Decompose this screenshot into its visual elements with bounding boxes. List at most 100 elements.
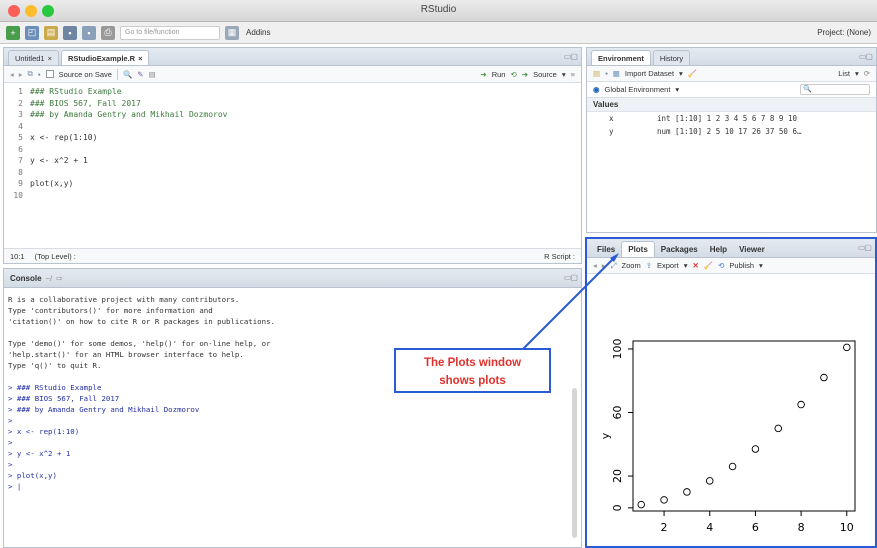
publish-button[interactable]: Publish <box>729 261 754 270</box>
refresh-icon[interactable]: ⟳ <box>864 69 870 78</box>
annotation-callout: The Plots window shows plots <box>394 348 551 393</box>
save-all-icon[interactable]: ▪ <box>82 25 96 40</box>
line-number: 10 <box>13 190 23 200</box>
zoom-icon[interactable]: ⤢ <box>611 261 617 271</box>
new-file-icon[interactable]: + <box>6 25 20 40</box>
code-line[interactable]: 3 ### by Amanda Gentry and Mikhail Dozmor… <box>4 109 581 121</box>
project-menu[interactable]: Project: (None) <box>817 28 871 37</box>
tab-files[interactable]: Files <box>591 241 621 257</box>
console-title[interactable]: Console <box>10 274 42 283</box>
code-line[interactable]: 1 ### RStudio Example <box>4 86 581 98</box>
chevron-down-icon[interactable]: ▾ <box>675 85 679 94</box>
line-number: 8 <box>18 167 23 177</box>
console-output[interactable]: R is a collaborative project with many c… <box>4 288 581 547</box>
file-type-indicator[interactable]: R Script : <box>544 252 575 261</box>
grid-icon[interactable]: ▦ <box>225 25 239 40</box>
pane-window-controls-icon[interactable]: ▭▢ <box>564 52 578 61</box>
pane-window-controls-icon[interactable]: ▭▢ <box>858 243 872 252</box>
close-icon[interactable]: × <box>138 54 142 63</box>
code-text: x <- rep(1:10) <box>30 133 98 142</box>
environment-tabbar: Environment History ▭▢ <box>587 48 876 66</box>
y-axis-label: y <box>599 432 612 439</box>
addins-menu[interactable]: Addins <box>246 28 270 37</box>
values-list: x int [1:10] 1 2 3 4 5 6 7 8 9 10 y num [1:… <box>587 112 876 138</box>
save-icon[interactable]: ▪ <box>38 70 41 79</box>
code-line[interactable]: 6 <box>4 144 581 156</box>
scope-indicator[interactable]: (Top Level) : <box>35 252 76 261</box>
environment-toolbar: ▤ ▪ ▦ Import Dataset ▾ 🧹 List ▾ ⟳ <box>587 66 876 82</box>
new-project-icon[interactable]: ◰ <box>25 25 39 40</box>
tab-help[interactable]: Help <box>704 241 733 257</box>
plots-toolbar: ◂ ▸ ⤢ Zoom ⇪ Export ▾ ✕ 🧹 ⟲ Publish ▾ <box>587 258 875 274</box>
broom-icon[interactable]: 🧹 <box>688 69 697 78</box>
chevron-down-icon[interactable]: ▾ <box>679 69 683 78</box>
pane-window-controls-icon[interactable]: ▭▢ <box>859 52 873 61</box>
print-icon[interactable]: ⎙ <box>101 25 115 40</box>
zoom-button[interactable]: Zoom <box>622 261 641 270</box>
code-line[interactable]: 9 plot(x,y) <box>4 178 581 190</box>
chevron-down-icon[interactable]: ▾ <box>855 69 859 78</box>
forward-arrow-icon[interactable]: ▸ <box>19 70 23 79</box>
remove-plot-icon[interactable]: ✕ <box>692 261 698 270</box>
tab-viewer[interactable]: Viewer <box>733 241 771 257</box>
code-line[interactable]: 10 <box>4 190 581 202</box>
wand-icon[interactable]: ✎ <box>137 70 143 79</box>
search-icon[interactable]: 🔍 <box>123 70 132 79</box>
show-in-window-icon[interactable]: ⧉ <box>28 69 33 79</box>
source-on-save-label: Source on Save <box>58 69 112 79</box>
broom-icon[interactable]: 🧹 <box>704 261 713 270</box>
environment-scope-select[interactable]: Global Environment <box>605 85 671 94</box>
go-to-directory-icon[interactable]: ⇨ <box>56 274 63 283</box>
tab-history[interactable]: History <box>652 50 691 65</box>
back-arrow-icon[interactable]: ◂ <box>10 70 14 79</box>
code-line[interactable]: 2 ### BIOS 567, Fall 2017 <box>4 98 581 110</box>
data-point <box>774 424 783 433</box>
save-workspace-icon[interactable]: ▪ <box>605 69 608 78</box>
tab-environment[interactable]: Environment <box>591 50 651 65</box>
list-view-button[interactable]: List <box>838 69 850 78</box>
source-toolbar: ◂ ▸ ⧉ ▪ Source on Save 🔍 ✎ ▤ ➔ Run ⟲ ➔ S… <box>4 66 581 83</box>
close-icon[interactable]: × <box>48 54 52 63</box>
code-editor[interactable]: 1 ### RStudio Example 2 ### BIOS 567, Fall … <box>4 83 581 247</box>
run-arrow-icon[interactable]: ➔ <box>480 70 486 79</box>
pane-window-controls-icon[interactable]: ▭▢ <box>564 273 578 282</box>
export-icon[interactable]: ⇪ <box>646 261 652 270</box>
forward-arrow-icon[interactable]: ▸ <box>602 261 606 270</box>
chevron-down-icon[interactable]: ▾ <box>684 261 688 270</box>
run-button[interactable]: Run <box>492 70 506 79</box>
environment-search-input[interactable]: 🔍 <box>800 84 870 95</box>
code-line[interactable]: 7 y <- x^2 + 1 <box>4 155 581 167</box>
variable-row[interactable]: x int [1:10] 1 2 3 4 5 6 7 8 9 10 <box>587 112 876 125</box>
goto-file-input[interactable]: Go to file/function <box>120 25 220 40</box>
tab-untitled1[interactable]: Untitled1 × <box>8 50 59 65</box>
console-scrollbar[interactable] <box>572 388 577 538</box>
code-line[interactable]: 8 <box>4 167 581 179</box>
tab-rstudioexample[interactable]: RStudioExample.R × <box>61 50 150 65</box>
line-number: 4 <box>18 121 23 131</box>
compile-report-icon[interactable]: ▤ <box>149 70 156 79</box>
save-icon[interactable]: ▪ <box>63 25 77 40</box>
rerun-icon[interactable]: ⟲ <box>510 70 516 79</box>
variable-row[interactable]: y num [1:10] 2 5 10 17 26 37 50 6… <box>587 125 876 138</box>
source-button[interactable]: Source <box>533 70 557 79</box>
tab-label: RStudioExample.R <box>68 53 136 63</box>
outline-icon[interactable]: ≡ <box>571 70 575 79</box>
console-line: > <box>8 438 13 447</box>
tab-plots[interactable]: Plots <box>621 241 655 257</box>
chevron-down-icon[interactable]: ▾ <box>562 70 566 79</box>
window-title: RStudio <box>420 4 457 15</box>
source-arrow-icon[interactable]: ➔ <box>522 70 528 79</box>
open-file-icon[interactable]: ▤ <box>44 25 58 40</box>
publish-icon[interactable]: ⟲ <box>718 261 724 270</box>
code-line[interactable]: 5 x <- rep(1:10) <box>4 132 581 144</box>
back-arrow-icon[interactable]: ◂ <box>593 261 597 270</box>
code-line[interactable]: 4 <box>4 121 581 133</box>
load-workspace-icon[interactable]: ▤ <box>593 69 600 78</box>
import-dataset-icon[interactable]: ▦ <box>613 69 620 78</box>
source-on-save-checkbox[interactable] <box>45 70 54 78</box>
chevron-down-icon[interactable]: ▾ <box>759 261 763 270</box>
import-dataset-button[interactable]: Import Dataset <box>625 69 674 78</box>
data-point <box>637 500 645 509</box>
export-button[interactable]: Export <box>657 261 679 270</box>
tab-packages[interactable]: Packages <box>655 241 704 257</box>
